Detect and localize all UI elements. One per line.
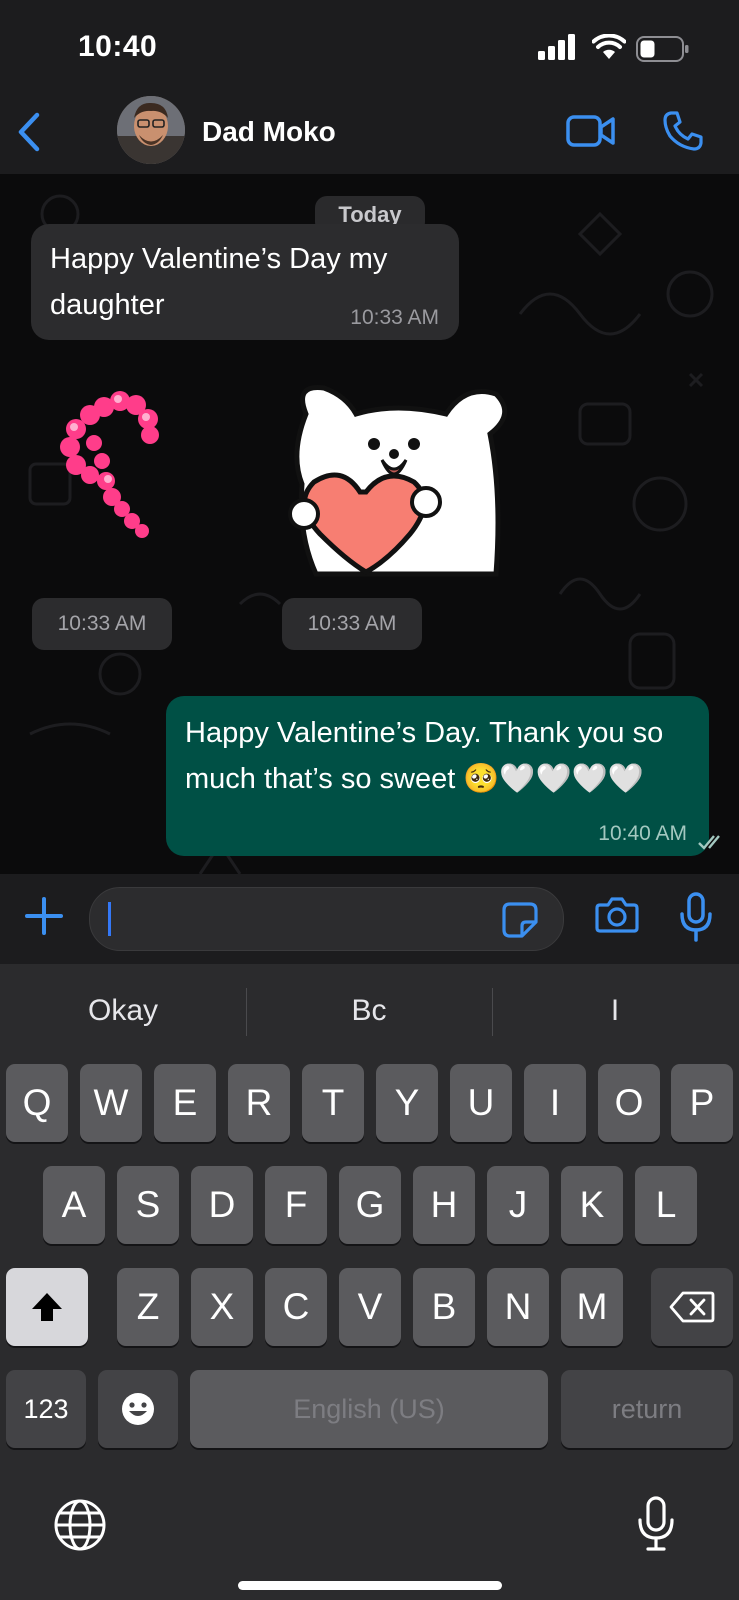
key-z[interactable]: Z — [117, 1268, 179, 1346]
video-call-icon[interactable] — [566, 114, 616, 148]
key-v[interactable]: V — [339, 1268, 401, 1346]
key-o[interactable]: O — [598, 1064, 660, 1142]
return-key[interactable]: return — [561, 1370, 733, 1448]
avatar[interactable] — [117, 96, 185, 164]
battery-icon — [636, 36, 689, 62]
key-u[interactable]: U — [450, 1064, 512, 1142]
suggestion[interactable]: Bc — [246, 994, 492, 1028]
whatsapp-chat-screen: 10:40 Dad Moko Today Happy Valentine’s D… — [0, 0, 739, 1600]
backspace-key[interactable] — [651, 1268, 733, 1346]
key-m[interactable]: M — [561, 1268, 623, 1346]
key-n[interactable]: N — [487, 1268, 549, 1346]
key-c[interactable]: C — [265, 1268, 327, 1346]
message-text: Happy Valentine’s Day. Thank you so much… — [185, 717, 664, 795]
plus-icon[interactable] — [24, 896, 64, 936]
back-chevron-icon[interactable] — [16, 112, 42, 152]
key-d[interactable]: D — [191, 1166, 253, 1244]
key-r[interactable]: R — [228, 1064, 290, 1142]
predictive-bar: Okay Bc I — [0, 964, 739, 1064]
camera-icon[interactable] — [595, 896, 639, 934]
text-caret — [108, 902, 111, 936]
key-x[interactable]: X — [191, 1268, 253, 1346]
incoming-message[interactable]: Happy Valentine’s Day my daughter 10:33 … — [31, 224, 459, 340]
key-w[interactable]: W — [80, 1064, 142, 1142]
key-t[interactable]: T — [302, 1064, 364, 1142]
backspace-icon — [669, 1291, 715, 1323]
wifi-icon — [592, 34, 626, 59]
message-input[interactable] — [89, 887, 564, 951]
key-j[interactable]: J — [487, 1166, 549, 1244]
key-b[interactable]: B — [413, 1268, 475, 1346]
read-receipt-icon — [698, 835, 720, 850]
composer-bar — [0, 874, 739, 964]
globe-icon[interactable] — [53, 1498, 107, 1552]
key-l[interactable]: L — [635, 1166, 697, 1244]
key-q[interactable]: Q — [6, 1064, 68, 1142]
suggestion[interactable]: I — [492, 994, 738, 1028]
home-indicator[interactable] — [238, 1581, 502, 1590]
sticker-time: 10:33 AM — [32, 598, 172, 650]
key-s[interactable]: S — [117, 1166, 179, 1244]
phone-icon[interactable] — [662, 110, 704, 152]
space-key[interactable]: English (US) — [190, 1370, 548, 1448]
key-p[interactable]: P — [671, 1064, 733, 1142]
sticker-icon[interactable] — [502, 902, 538, 938]
key-i[interactable]: I — [524, 1064, 586, 1142]
emoji-icon — [122, 1393, 154, 1425]
key-h[interactable]: H — [413, 1166, 475, 1244]
sticker-time: 10:33 AM — [282, 598, 422, 650]
microphone-icon[interactable] — [679, 892, 713, 942]
keyboard: Okay Bc I Q W E R T Y U I O P A S D F G … — [0, 964, 739, 1600]
bear-heart-sticker[interactable] — [276, 374, 526, 594]
numbers-key[interactable]: 123 — [6, 1370, 86, 1448]
signal-icon — [538, 34, 575, 60]
key-f[interactable]: F — [265, 1166, 327, 1244]
shift-icon — [32, 1293, 62, 1321]
chat-header: Dad Moko — [0, 92, 739, 175]
message-time: 10:40 AM — [598, 822, 687, 846]
dictation-icon[interactable] — [637, 1496, 675, 1552]
suggestion[interactable]: Okay — [0, 994, 246, 1028]
key-g[interactable]: G — [339, 1166, 401, 1244]
avatar-photo — [117, 96, 185, 164]
message-time-label: 10:40 AM — [598, 822, 687, 845]
outgoing-message[interactable]: Happy Valentine’s Day. Thank you so much… — [166, 696, 720, 856]
key-y[interactable]: Y — [376, 1064, 438, 1142]
shift-key[interactable] — [6, 1268, 88, 1346]
hearts-sticker[interactable] — [50, 389, 170, 549]
message-list[interactable]: Today Happy Valentine’s Day my daughter … — [0, 174, 739, 874]
key-e[interactable]: E — [154, 1064, 216, 1142]
status-time: 10:40 — [78, 30, 158, 63]
message-time: 10:33 AM — [350, 306, 439, 329]
key-a[interactable]: A — [43, 1166, 105, 1244]
emoji-key[interactable] — [98, 1370, 178, 1448]
status-bar: 10:40 — [0, 0, 739, 92]
contact-name[interactable]: Dad Moko — [202, 116, 336, 148]
key-k[interactable]: K — [561, 1166, 623, 1244]
